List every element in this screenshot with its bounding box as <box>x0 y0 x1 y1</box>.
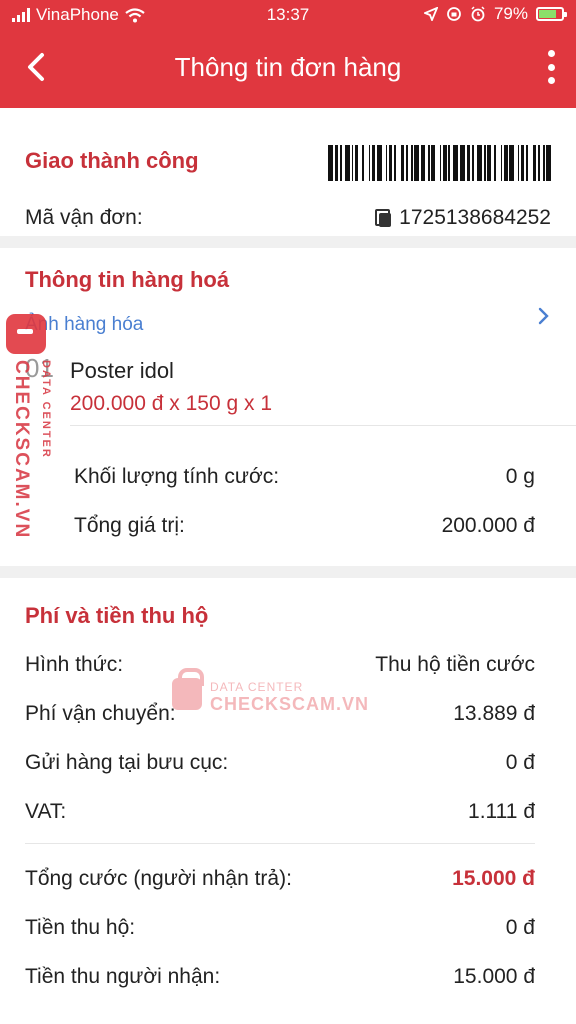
battery-icon <box>536 7 567 21</box>
fee-value: 1.111 đ <box>468 800 535 823</box>
fees-section-title: Phí và tiền thu hộ <box>25 603 209 628</box>
copy-icon[interactable] <box>375 209 392 227</box>
fee-label: Phí vận chuyển: <box>25 702 176 725</box>
receiver-amount-value: 15.000 đ <box>453 965 535 988</box>
orientation-lock-icon <box>447 7 461 21</box>
fee-value: Thu hộ tiền cước <box>375 653 535 676</box>
watermark-vertical: DATA CENTER CHECKSCAM.VN <box>6 314 58 554</box>
total-value-label: Tổng giá trị: <box>74 514 185 537</box>
weight-value: 0 g <box>505 465 535 488</box>
receiver-amount-label: Tiền thu người nhận: <box>25 965 221 988</box>
delivery-status: Giao thành công <box>25 148 199 173</box>
app-bar: VinaPhone 13:37 79% Thông tin đơn hàng <box>0 0 576 108</box>
tracking-number: 1725138684252 <box>399 206 551 229</box>
fee-label: Gửi hàng tại bưu cục: <box>25 751 229 774</box>
cod-value: 0 đ <box>505 916 535 939</box>
battery-percent: 79% <box>493 4 528 23</box>
fee-row: VAT: 1.111 đ <box>25 800 535 824</box>
tracking-row: Mã vận đơn: 1725138684252 <box>25 206 551 230</box>
chevron-right-icon[interactable] <box>537 305 551 327</box>
fee-divider <box>25 843 535 844</box>
cod-row: Tiền thu hộ: 0 đ <box>25 916 535 940</box>
fee-value: 13.889 đ <box>453 702 535 725</box>
total-fee-row: Tổng cước (người nhận trả): 15.000 đ <box>25 867 535 891</box>
weight-label: Khối lượng tính cước: <box>74 465 280 488</box>
cod-label: Tiền thu hộ: <box>25 916 136 939</box>
goods-photo-link[interactable]: Ảnh hàng hóa <box>25 314 143 336</box>
fee-row: Hình thức: Thu hộ tiền cước <box>25 653 535 677</box>
fee-row: Phí vận chuyển: 13.889 đ <box>25 702 535 726</box>
navigation-bar: Thông tin đơn hàng <box>0 40 576 94</box>
receiver-amount-row: Tiền thu người nhận: 15.000 đ <box>25 965 535 989</box>
tracking-label: Mã vận đơn: <box>25 206 143 229</box>
status-bar: VinaPhone 13:37 79% <box>0 0 576 30</box>
total-fee-label: Tổng cước (người nhận trả): <box>25 867 292 890</box>
page-title: Thông tin đơn hàng <box>174 52 402 82</box>
item-price: 200.000 đ x 150 g x 1 <box>70 392 272 415</box>
location-icon <box>423 7 438 21</box>
fee-value: 0 đ <box>505 751 535 774</box>
goods-section-title: Thông tin hàng hoá <box>25 267 230 292</box>
fee-label: VAT: <box>25 800 67 823</box>
tracking-copy-button[interactable]: 1725138684252 <box>375 206 551 230</box>
alarm-icon <box>471 6 485 22</box>
section-divider <box>0 236 576 248</box>
item-divider <box>70 425 576 426</box>
weight-row: Khối lượng tính cước: 0 g <box>74 465 535 489</box>
item-index: 01 <box>25 353 54 383</box>
section-divider <box>0 566 576 578</box>
item-name: Poster idol <box>70 358 174 383</box>
watermark-brand-text: CHECKSCAM.VN <box>11 360 32 540</box>
more-options-icon[interactable] <box>544 50 558 84</box>
barcode <box>328 145 552 181</box>
watermark-small-text: DATA CENTER <box>210 680 304 694</box>
fee-label: Hình thức: <box>25 653 124 676</box>
total-fee-value: 15.000 đ <box>452 867 535 890</box>
total-value: 200.000 đ <box>441 514 535 537</box>
fee-row: Gửi hàng tại bưu cục: 0 đ <box>25 751 535 775</box>
total-value-row: Tổng giá trị: 200.000 đ <box>74 514 535 538</box>
